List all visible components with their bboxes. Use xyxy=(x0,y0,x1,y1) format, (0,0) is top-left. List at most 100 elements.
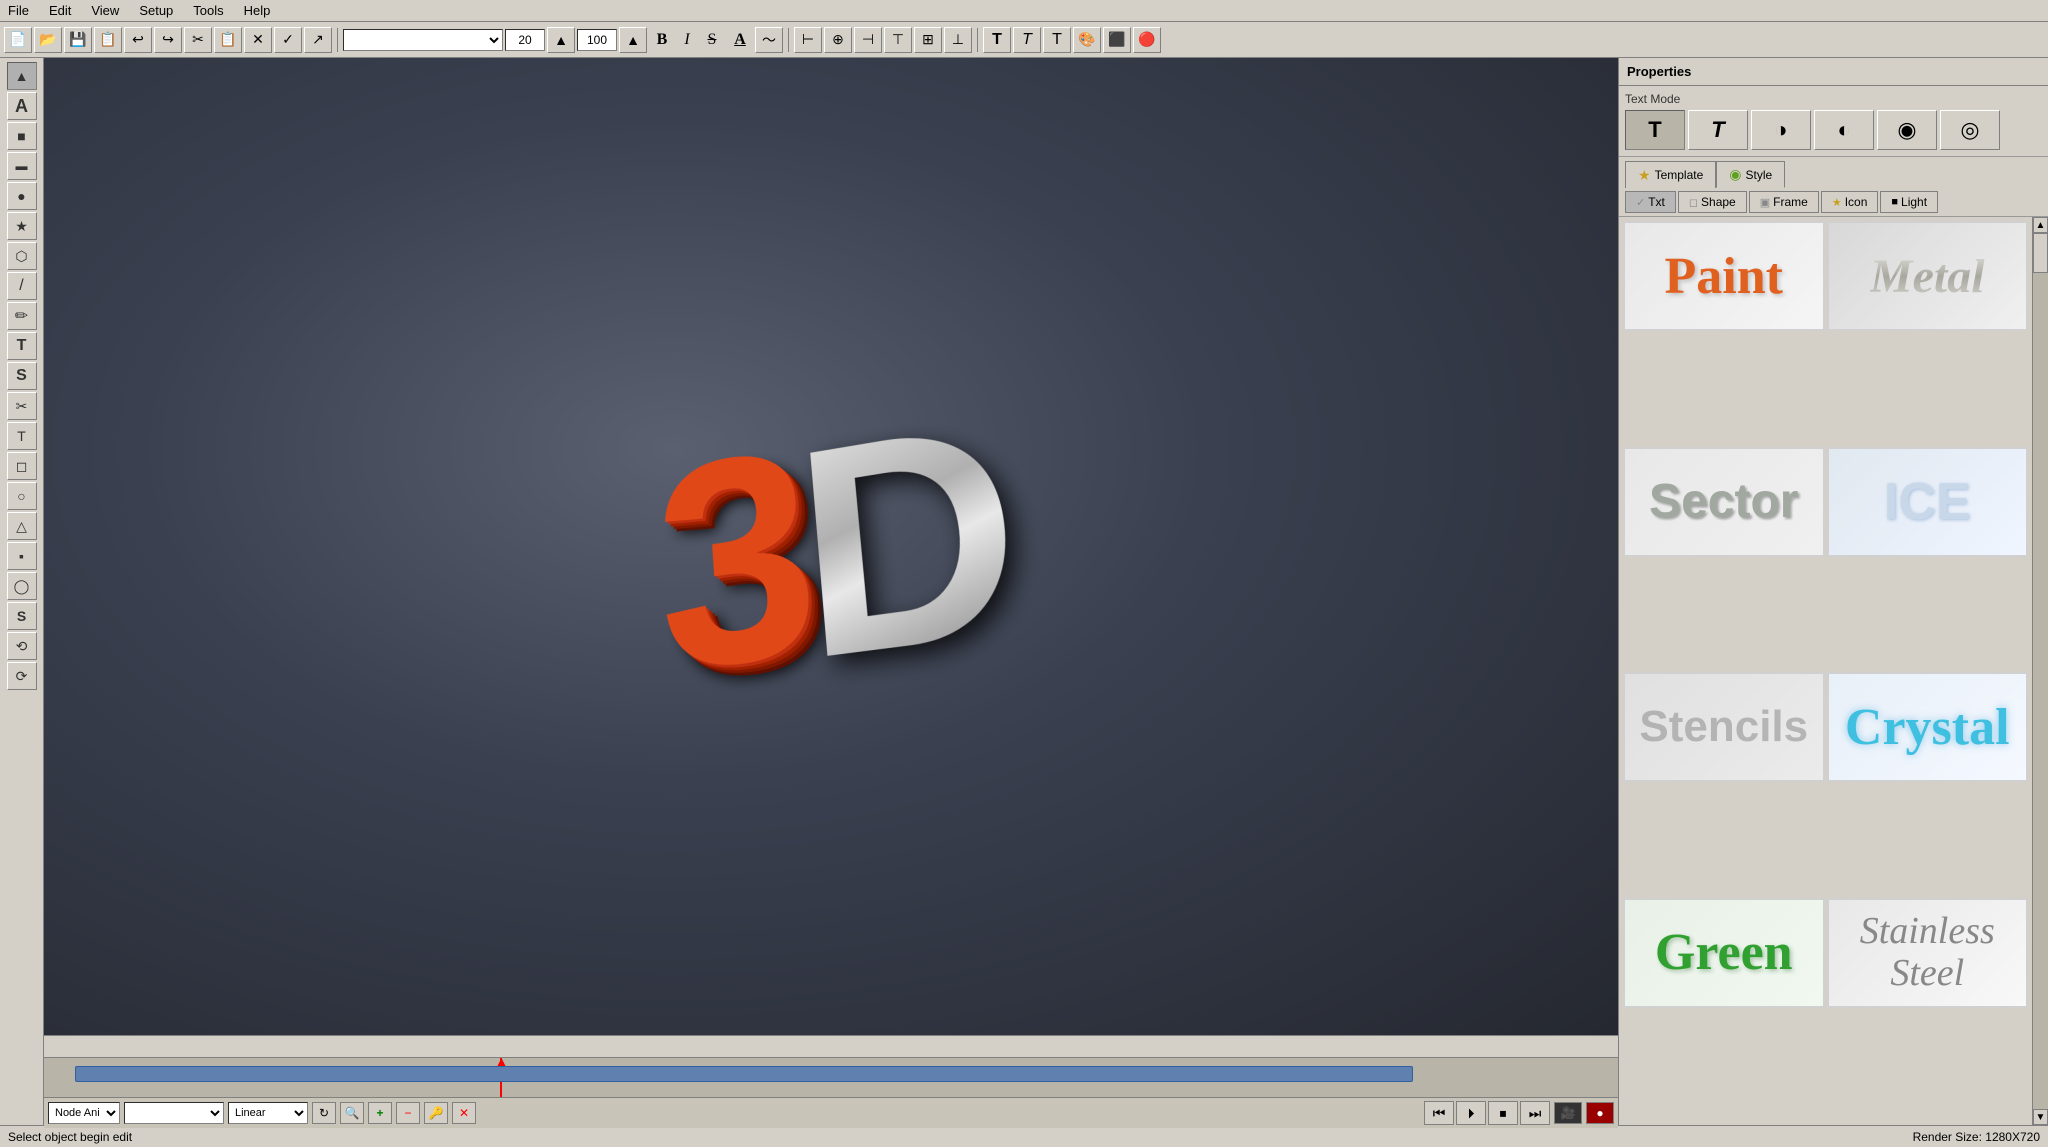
shape-tool[interactable]: ◻ xyxy=(7,452,37,480)
interpolation-dropdown[interactable]: Linear xyxy=(228,1102,308,1124)
check-button[interactable]: ✓ xyxy=(274,27,302,53)
undo-button[interactable]: ↩ xyxy=(124,27,152,53)
text-tool-3[interactable]: T xyxy=(1043,27,1071,53)
tab-template[interactable]: ★ Template xyxy=(1625,161,1716,188)
italic-button[interactable]: I xyxy=(677,28,697,52)
anim-add[interactable]: + xyxy=(368,1102,392,1124)
export-button[interactable]: 📋 xyxy=(94,27,122,53)
menu-setup[interactable]: Setup xyxy=(135,2,177,19)
round-rect-tool[interactable]: ▬ xyxy=(7,152,37,180)
ring-tool[interactable]: ◯ xyxy=(7,572,37,600)
close-button[interactable]: ✕ xyxy=(244,27,272,53)
s-tool[interactable]: S xyxy=(7,602,37,630)
rotate-cw[interactable]: ⟳ xyxy=(7,662,37,690)
to-start-button[interactable]: ⏮ xyxy=(1424,1101,1454,1125)
ellipse-tool[interactable]: ● xyxy=(7,182,37,210)
sub-tab-icon[interactable]: ★ Icon xyxy=(1821,191,1879,213)
crop-tool[interactable]: T xyxy=(7,422,37,450)
text-mode-btn-2[interactable]: ◑ xyxy=(1751,110,1811,150)
menu-file[interactable]: File xyxy=(4,2,33,19)
text-mode-btn-5[interactable]: ◎ xyxy=(1940,110,2000,150)
anim-key[interactable]: 🔑 xyxy=(424,1102,448,1124)
anim-close[interactable]: ✕ xyxy=(452,1102,476,1124)
new-button[interactable]: 📄 xyxy=(4,27,32,53)
text-mode-btn-1[interactable]: T xyxy=(1688,110,1748,150)
menu-tools[interactable]: Tools xyxy=(189,2,227,19)
text-tool[interactable]: A xyxy=(7,92,37,120)
menu-edit[interactable]: Edit xyxy=(45,2,75,19)
node-anim-dropdown[interactable]: Node Ani xyxy=(48,1102,120,1124)
text-mode-btn-4[interactable]: ◉ xyxy=(1877,110,1937,150)
circle-tool[interactable]: ○ xyxy=(7,482,37,510)
timeline-track[interactable] xyxy=(44,1058,1618,1098)
align-top[interactable]: ⊤ xyxy=(884,27,912,53)
box-3d-tool[interactable]: ▪ xyxy=(7,542,37,570)
cut-button[interactable]: ✂ xyxy=(184,27,212,53)
font-size-up[interactable]: ▲ xyxy=(547,27,575,53)
color-btn-3[interactable]: 🔴 xyxy=(1133,27,1161,53)
scroll-track[interactable] xyxy=(2033,233,2048,1109)
sub-tab-txt[interactable]: ✓ Txt xyxy=(1625,191,1676,213)
anim-minus[interactable]: − xyxy=(396,1102,420,1124)
tab-style[interactable]: ◉ Style xyxy=(1716,161,1785,188)
anim-refresh[interactable]: ↻ xyxy=(312,1102,336,1124)
node-tool[interactable]: ✂ xyxy=(7,392,37,420)
arrow-button[interactable]: ↗ xyxy=(304,27,332,53)
style-cell-crystal[interactable]: Crystal xyxy=(1827,672,2029,782)
scroll-up-btn[interactable]: ▲ xyxy=(2033,217,2048,233)
text-box-tool[interactable]: T xyxy=(7,332,37,360)
style-cell-stencil[interactable]: Stencils xyxy=(1623,672,1825,782)
scroll-down-btn[interactable]: ▼ xyxy=(2033,1109,2048,1125)
align-right[interactable]: ⊣ xyxy=(854,27,882,53)
style-cell-sector[interactable]: Sector xyxy=(1623,447,1825,557)
play-button[interactable]: ⏵ xyxy=(1456,1101,1486,1125)
color-btn-2[interactable]: ⬛ xyxy=(1103,27,1131,53)
menu-view[interactable]: View xyxy=(87,2,123,19)
to-end-button[interactable]: ⏭ xyxy=(1520,1101,1550,1125)
bold-button[interactable]: B xyxy=(649,28,675,52)
rotate-ccw[interactable]: ⟲ xyxy=(7,632,37,660)
align-center-h[interactable]: ⊕ xyxy=(824,27,852,53)
anim-search[interactable]: 🔍 xyxy=(340,1102,364,1124)
color-btn-1[interactable]: 🎨 xyxy=(1073,27,1101,53)
scroll-thumb[interactable] xyxy=(2033,233,2048,273)
style-cell-stainless[interactable]: StainlessSteel xyxy=(1827,898,2029,1008)
style-cell-paint[interactable]: Paint xyxy=(1623,221,1825,331)
align-center-v[interactable]: ⊞ xyxy=(914,27,942,53)
redo-button[interactable]: ↪ xyxy=(154,27,182,53)
sub-tab-shape[interactable]: ◻ Shape xyxy=(1678,191,1747,213)
select-tool[interactable]: ▲ xyxy=(7,62,37,90)
underline-button[interactable]: A xyxy=(727,28,753,52)
record-btn[interactable]: ● xyxy=(1586,1102,1614,1124)
sub-tab-light[interactable]: ■ Light xyxy=(1880,191,1938,213)
font-family-dropdown[interactable] xyxy=(343,29,503,51)
text-tool-2[interactable]: T xyxy=(1013,27,1041,53)
record-thumb[interactable]: 🎥 xyxy=(1554,1102,1582,1124)
align-left[interactable]: ⊢ xyxy=(794,27,822,53)
polygon-tool[interactable]: ⬡ xyxy=(7,242,37,270)
style-cell-ice[interactable]: ICE xyxy=(1827,447,2029,557)
stop-button[interactable]: ⏹ xyxy=(1488,1101,1518,1125)
rect-tool[interactable]: ■ xyxy=(7,122,37,150)
canvas-container[interactable]: 3 D xyxy=(44,58,1618,1035)
sub-tab-frame[interactable]: ▣ Frame xyxy=(1749,191,1819,213)
channel-dropdown[interactable] xyxy=(124,1102,224,1124)
text-mode-btn-3[interactable]: ◐ xyxy=(1814,110,1874,150)
style-cell-green[interactable]: Green xyxy=(1623,898,1825,1008)
font-size-input[interactable] xyxy=(505,29,545,51)
text-style-tool[interactable]: S xyxy=(7,362,37,390)
align-bottom[interactable]: ⊥ xyxy=(944,27,972,53)
triangle-tool[interactable]: △ xyxy=(7,512,37,540)
quality-input[interactable] xyxy=(577,29,617,51)
menu-help[interactable]: Help xyxy=(240,2,275,19)
line-tool[interactable]: / xyxy=(7,272,37,300)
style-cell-metal[interactable]: Metal xyxy=(1827,221,2029,331)
quality-up[interactable]: ▲ xyxy=(619,27,647,53)
open-button[interactable]: 📂 xyxy=(34,27,62,53)
save-button[interactable]: 💾 xyxy=(64,27,92,53)
timeline-bar-1[interactable] xyxy=(75,1066,1413,1082)
text-mode-btn-0[interactable]: T xyxy=(1625,110,1685,150)
star-tool[interactable]: ★ xyxy=(7,212,37,240)
text-tool-1[interactable]: T xyxy=(983,27,1011,53)
pen-tool[interactable]: ✏ xyxy=(7,302,37,330)
